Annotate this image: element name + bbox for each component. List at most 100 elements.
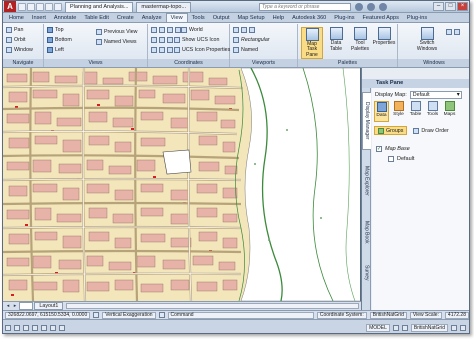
- display-map-select[interactable]: Default: [409, 91, 462, 99]
- style-tool-button[interactable]: Style: [391, 101, 406, 122]
- workspace-dropdown[interactable]: Planning and Analysis...: [65, 1, 134, 12]
- ucs-3point-icon[interactable]: [167, 27, 173, 33]
- tab-display-manager[interactable]: Display Manager: [362, 92, 371, 150]
- pan-button[interactable]: Pan: [6, 26, 23, 34]
- clean-screen-icon[interactable]: [460, 324, 466, 331]
- model-layout-tab[interactable]: [19, 302, 34, 310]
- command-line-input[interactable]: Command: [167, 311, 314, 319]
- ribbon-tab-map-setup[interactable]: Map Setup: [234, 13, 269, 22]
- zoom-window-button[interactable]: Window: [6, 46, 33, 54]
- view-left-button[interactable]: Left: [47, 46, 64, 54]
- groups-button[interactable]: Groups: [374, 126, 408, 135]
- minimize-button[interactable]: –: [433, 2, 444, 11]
- data-table-button[interactable]: Data Table: [325, 27, 347, 59]
- viewport-join-icon[interactable]: [241, 27, 247, 33]
- lock-icon[interactable]: [451, 324, 457, 331]
- draw-order-button[interactable]: Draw Order: [410, 126, 451, 135]
- named-viewports-button[interactable]: Named: [233, 46, 258, 54]
- coordinate-system-status[interactable]: BritishNatGrid: [410, 323, 448, 332]
- model-space-toggle[interactable]: MODEL: [366, 323, 390, 332]
- rectangular-viewport-button[interactable]: Rectangular: [233, 36, 270, 44]
- view-top-button[interactable]: Top: [47, 26, 64, 34]
- grid-icon[interactable]: [5, 324, 11, 331]
- previous-view-button[interactable]: Previous View: [96, 28, 137, 36]
- map-task-pane-button[interactable]: Map Task Pane: [301, 27, 323, 59]
- tab-map-book[interactable]: Map Book: [362, 212, 371, 252]
- search-input[interactable]: Type a keyword or phrase: [259, 3, 351, 11]
- otrack-icon[interactable]: [41, 324, 47, 331]
- ucs-x-icon[interactable]: [151, 37, 157, 43]
- view-bottom-button[interactable]: Bottom: [47, 36, 72, 44]
- ribbon-tab-output[interactable]: Output: [209, 13, 234, 22]
- search-icon[interactable]: [355, 3, 363, 11]
- map-drawing-area[interactable]: [3, 68, 361, 301]
- document-tab[interactable]: mastermap-topo...: [136, 1, 192, 12]
- first-layout-icon[interactable]: ◂: [5, 303, 11, 309]
- ribbon-tab-help[interactable]: Help: [269, 13, 289, 22]
- ucs-icon[interactable]: [151, 27, 157, 33]
- application-menu-button[interactable]: A: [4, 1, 16, 12]
- viewport-clip-icon[interactable]: [249, 27, 255, 33]
- horizontal-scrollbar[interactable]: [66, 303, 359, 309]
- ribbon-tab-create[interactable]: Create: [113, 13, 138, 22]
- workspace-icon[interactable]: [401, 324, 408, 331]
- maps-tool-button[interactable]: Maps: [442, 101, 457, 122]
- ucs-y-icon[interactable]: [159, 37, 165, 43]
- snap-icon[interactable]: [93, 312, 100, 318]
- ribbon-tab-autodesk-360[interactable]: Autodesk 360: [288, 13, 330, 22]
- switch-windows-button[interactable]: Switch Windows: [414, 27, 440, 59]
- ucs-face-icon[interactable]: [167, 47, 173, 53]
- layer-visibility-checkbox[interactable]: [388, 156, 394, 162]
- polar-icon[interactable]: [23, 324, 29, 331]
- tile-horizontal-icon[interactable]: [446, 29, 452, 35]
- next-layout-icon[interactable]: ▸: [12, 303, 18, 309]
- new-icon[interactable]: [18, 2, 26, 11]
- ucs-object-icon[interactable]: [159, 47, 165, 53]
- tools-tool-button[interactable]: Tools: [425, 101, 440, 122]
- viewport-config-icon[interactable]: [233, 27, 239, 33]
- ortho-icon[interactable]: [14, 324, 20, 331]
- save-icon[interactable]: [36, 2, 44, 11]
- dynamic-input-icon[interactable]: [50, 324, 56, 331]
- coordinate-system-value[interactable]: BritishNatGrid: [369, 311, 407, 319]
- ucs-z-icon[interactable]: [167, 37, 173, 43]
- layer-visibility-checkbox[interactable]: ✓: [376, 146, 382, 152]
- tool-palettes-button[interactable]: Tool Palettes: [349, 27, 371, 59]
- open-icon[interactable]: [27, 2, 35, 11]
- ribbon-tab-insert[interactable]: Insert: [28, 13, 50, 22]
- table-tool-button[interactable]: Table: [408, 101, 423, 122]
- orbit-button[interactable]: Orbit: [6, 36, 25, 44]
- command-icon[interactable]: [158, 312, 165, 318]
- data-tool-button[interactable]: Data: [374, 101, 389, 122]
- tile-vertical-icon[interactable]: [454, 29, 460, 35]
- undo-icon[interactable]: [45, 2, 53, 11]
- world-dropdown[interactable]: World: [181, 26, 203, 34]
- help-icon[interactable]: [379, 3, 387, 11]
- ribbon-tab-plug-ins[interactable]: Plug-ins: [330, 13, 358, 22]
- layer-tree-item[interactable]: ✓ Map Base: [376, 144, 468, 154]
- view-scale-value[interactable]: 4172.28: [444, 311, 469, 319]
- tab-survey[interactable]: Survey: [362, 258, 371, 288]
- properties-button[interactable]: Properties: [373, 27, 395, 59]
- lineweight-icon[interactable]: [59, 324, 65, 331]
- close-button[interactable]: ×: [457, 2, 468, 11]
- annotation-scale-icon[interactable]: [392, 324, 399, 331]
- redo-icon[interactable]: [54, 2, 62, 11]
- ribbon-tab-plug-ins[interactable]: Plug-ins: [403, 13, 431, 22]
- maximize-button[interactable]: □: [445, 2, 456, 11]
- osnap-icon[interactable]: [32, 324, 38, 331]
- ribbon-tab-tools[interactable]: Tools: [188, 13, 209, 22]
- vertical-exaggeration-field[interactable]: Vertical Exaggeration: [102, 311, 156, 319]
- named-views-button[interactable]: Named Views: [96, 38, 137, 46]
- ribbon-tab-home[interactable]: Home: [5, 13, 28, 22]
- ribbon-tab-view[interactable]: View: [165, 13, 188, 22]
- ucs-icon-properties-button[interactable]: UCS Icon Properties: [174, 46, 230, 54]
- ribbon-tab-featured-apps[interactable]: Featured Apps: [359, 13, 403, 22]
- ribbon-tab-analyze[interactable]: Analyze: [138, 13, 166, 22]
- ucs-view-icon[interactable]: [151, 47, 157, 53]
- layer-tree-item[interactable]: Default: [376, 154, 468, 164]
- user-icon[interactable]: [367, 3, 375, 11]
- ribbon-tab-table-edit[interactable]: Table Edit: [80, 13, 113, 22]
- tab-map-explorer[interactable]: Map Explorer: [362, 156, 371, 206]
- ucs-origin-icon[interactable]: [159, 27, 165, 33]
